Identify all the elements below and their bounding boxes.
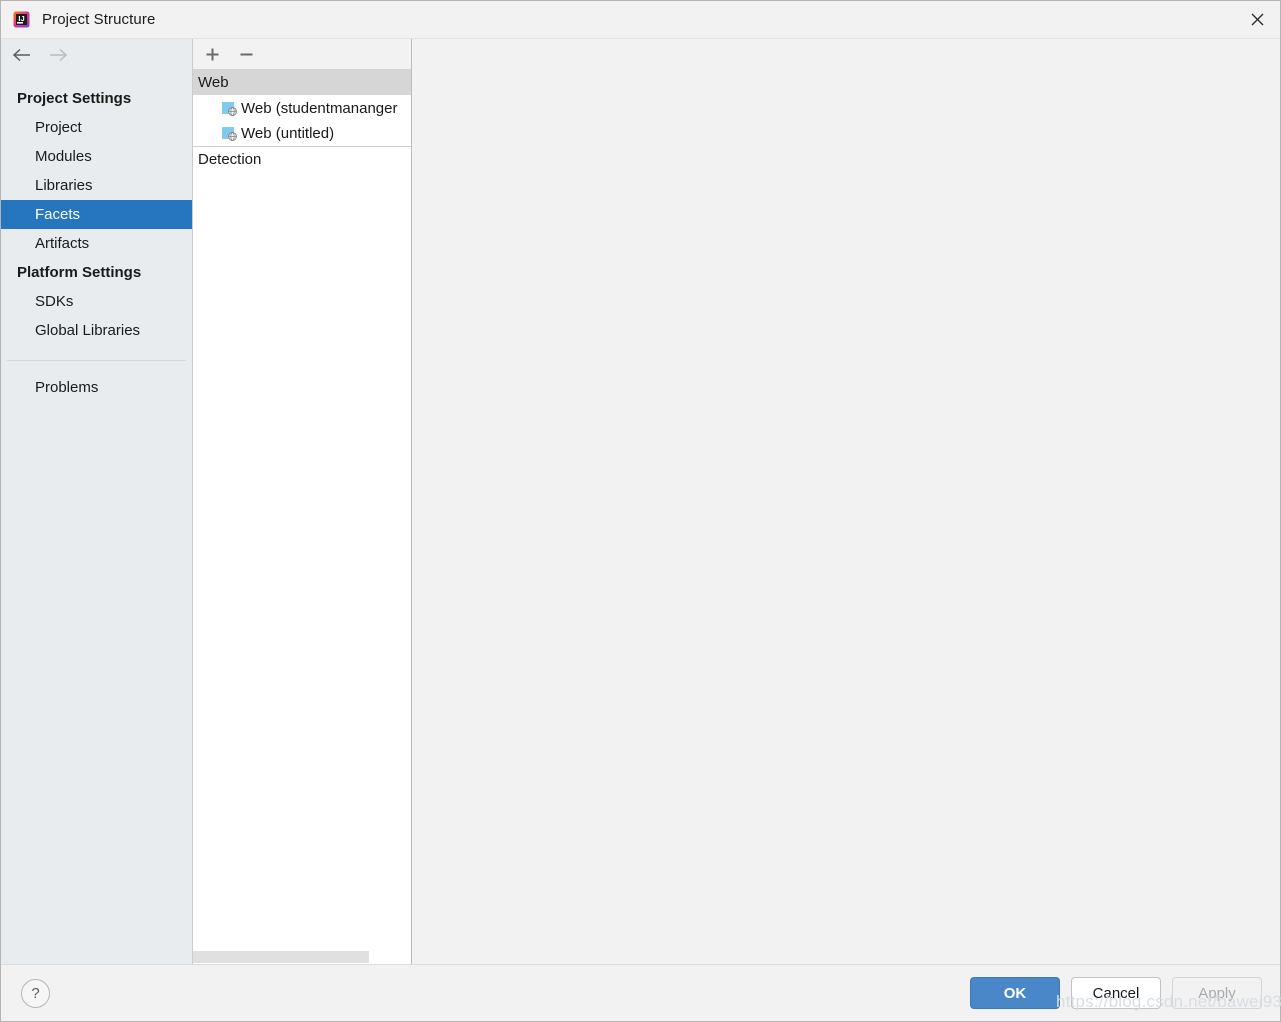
facets-toolbar xyxy=(193,39,411,70)
intellij-idea-logo-icon: IJ xyxy=(13,11,30,28)
dialog-button-bar: ? OK Cancel Apply xyxy=(1,964,1280,1021)
sidebar-item-modules[interactable]: Modules xyxy=(1,142,192,171)
remove-facet-button[interactable] xyxy=(238,46,255,63)
sidebar-item-project[interactable]: Project xyxy=(1,113,192,142)
question-mark-icon: ? xyxy=(31,984,40,1002)
list-item-label: Web (untitled) xyxy=(241,125,335,142)
horizontal-scrollbar[interactable] xyxy=(193,949,411,964)
sidebar-item-facets[interactable]: Facets xyxy=(1,200,192,229)
minus-icon xyxy=(240,53,253,55)
sidebar-item-artifacts[interactable]: Artifacts xyxy=(1,229,192,258)
facet-detail-panel xyxy=(412,39,1280,964)
facets-tree-panel: Web Web (studentmananger Web (untitled) … xyxy=(193,39,412,964)
close-window-button[interactable] xyxy=(1234,1,1280,38)
action-buttons: OK Cancel Apply xyxy=(970,977,1262,1009)
sidebar-item-problems[interactable]: Problems xyxy=(1,373,192,402)
sidebar-group-platform-settings: Platform Settings xyxy=(17,264,142,281)
sidebar-item-sdks[interactable]: SDKs xyxy=(1,287,192,316)
window-title: Project Structure xyxy=(42,11,156,28)
list-item-label: Web (studentmananger xyxy=(241,100,398,117)
title-bar: IJ Project Structure xyxy=(1,1,1280,38)
cancel-button[interactable]: Cancel xyxy=(1071,977,1161,1009)
add-facet-button[interactable] xyxy=(204,46,221,63)
tree-section-header-web[interactable]: Web xyxy=(193,70,411,96)
forward-button[interactable] xyxy=(47,44,69,66)
tree-section-header-detection[interactable]: Detection xyxy=(193,146,411,173)
ok-button[interactable]: OK xyxy=(970,977,1060,1009)
web-facet-icon xyxy=(222,126,237,141)
sidebar-item-global-libraries[interactable]: Global Libraries xyxy=(1,316,192,345)
arrow-right-icon xyxy=(50,48,68,62)
web-facet-icon xyxy=(222,101,237,116)
list-item[interactable]: Web (studentmananger xyxy=(193,96,411,121)
sidebar-group-project-settings: Project Settings xyxy=(17,90,132,107)
close-icon xyxy=(1251,13,1263,26)
project-structure-dialog: IJ Project Structure Project Settings Pr… xyxy=(0,0,1281,1022)
arrow-left-icon xyxy=(12,48,30,62)
sidebar-item-libraries[interactable]: Libraries xyxy=(1,171,192,200)
settings-sidebar: Project Settings Project Modules Librari… xyxy=(1,39,193,964)
back-button[interactable] xyxy=(11,44,33,66)
facets-tree[interactable]: Web Web (studentmananger Web (untitled) … xyxy=(193,70,411,964)
apply-button: Apply xyxy=(1172,977,1262,1009)
svg-text:IJ: IJ xyxy=(18,14,24,23)
scrollbar-thumb[interactable] xyxy=(193,951,369,963)
navigation-arrows xyxy=(1,39,192,71)
plus-icon xyxy=(206,48,219,60)
dialog-body: Project Settings Project Modules Librari… xyxy=(1,38,1280,964)
help-button[interactable]: ? xyxy=(21,978,50,1008)
list-item[interactable]: Web (untitled) xyxy=(193,121,411,146)
